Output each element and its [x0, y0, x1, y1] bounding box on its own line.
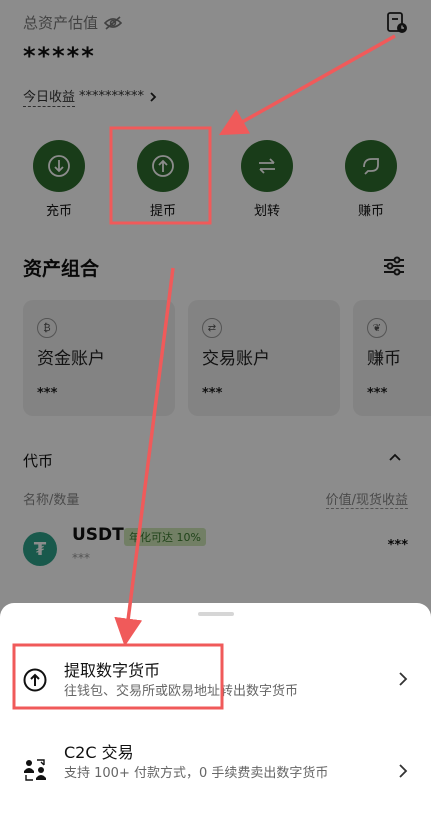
onchain-withdraw-option[interactable]: 提取数字货币 往钱包、交易所或欧易地址转出数字货币 — [0, 643, 431, 713]
option-desc: 支持 100+ 付款方式，0 手续费卖出数字货币 — [64, 766, 329, 781]
option-title: C2C 交易 — [64, 743, 134, 762]
chevron-right-icon — [399, 672, 408, 686]
withdraw-arrow-icon — [23, 668, 47, 692]
chevron-right-icon — [399, 764, 408, 778]
c2c-trade-option[interactable]: C2C 交易 支持 100+ 付款方式，0 手续费卖出数字货币 — [0, 733, 431, 813]
withdraw-options-sheet: 提取数字货币 往钱包、交易所或欧易地址转出数字货币 C2C 交易 支持 100+… — [0, 603, 431, 818]
c2c-users-icon — [24, 759, 46, 781]
option-title: 提取数字货币 — [64, 661, 161, 680]
option-desc: 往钱包、交易所或欧易地址转出数字货币 — [64, 684, 299, 699]
sheet-handle[interactable] — [198, 612, 234, 616]
